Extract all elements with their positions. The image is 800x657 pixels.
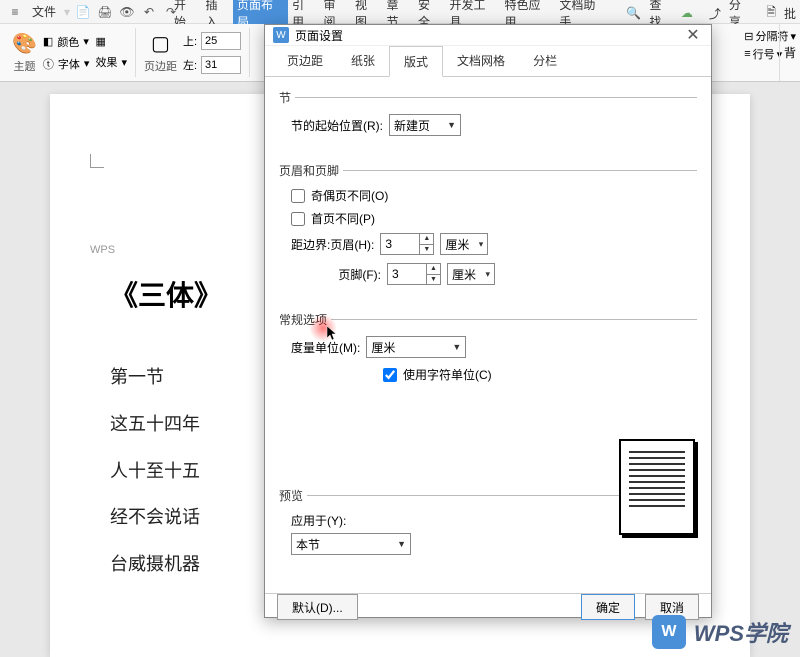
margin-label: 页边距 [144,58,177,74]
charunit-checkbox[interactable] [383,368,397,382]
spin-up-icon[interactable]: ▲ [420,234,433,245]
header-dist-spinner[interactable]: 3 ▲▼ [380,233,434,255]
tab-columns[interactable]: 分栏 [519,46,571,76]
bg-label[interactable]: 背 [784,44,796,61]
spin-down-icon[interactable]: ▼ [427,275,440,285]
page-setup-dialog: W 页面设置 ✕ 页边距 纸张 版式 文档网格 分栏 节 节的起始位置(R): … [264,24,712,618]
footer-dist-label: 页脚(F): [291,266,381,283]
default-button[interactable]: 默认(D)... [277,594,358,620]
color-icon[interactable]: ◧ [43,35,53,48]
margin-icon[interactable]: ▢ [151,31,170,56]
preview-thumbnail [619,439,695,535]
batch-icon[interactable]: 🗎 [762,1,780,26]
footer-unit-dropdown[interactable]: 厘米▾ [447,263,495,285]
font-icon[interactable]: ⓣ [43,56,54,72]
unit-label: 度量单位(M): [291,339,360,356]
firstpage-checkbox[interactable] [291,212,305,226]
batch-label[interactable]: 批 [780,3,800,24]
section-fieldset: 节 节的起始位置(R): 新建页▼ [279,89,697,152]
section-start-dropdown[interactable]: 新建页▼ [389,114,461,136]
spin-up-icon[interactable]: ▲ [427,264,440,275]
footer-dist-spinner[interactable]: 3 ▲▼ [387,263,441,285]
tab-margin[interactable]: 页边距 [273,46,337,76]
spin-down-icon[interactable]: ▼ [420,245,433,255]
ok-button[interactable]: 确定 [581,594,635,620]
lineno-icon[interactable]: ≡ [744,48,750,60]
header-unit-dropdown[interactable]: 厘米▾ [440,233,488,255]
margin-top-input[interactable] [201,32,241,50]
headerfooter-fieldset: 页眉和页脚 奇偶页不同(O) 首页不同(P) 距边界:页眉(H): 3 ▲▼ 厘… [279,162,697,301]
theme-icon[interactable]: 🎨 [12,31,37,56]
close-icon[interactable]: ✕ [683,25,703,45]
share-icon[interactable]: ⤴ [705,3,725,24]
applyto-label: 应用于(Y): [291,514,346,528]
search-icon[interactable]: 🔍 [622,4,645,22]
tab-paper[interactable]: 纸张 [337,46,389,76]
wps-label: WPS [90,244,115,256]
unit-dropdown[interactable]: 厘米▼ [366,336,466,358]
dialog-icon: W [273,27,289,43]
general-fieldset: 常规选项 度量单位(M): 厘米▼ 使用字符单位(C) [279,311,697,397]
header-dist-label: 距边界:页眉(H): [291,236,374,253]
separator-icon[interactable]: ⊟ [744,30,753,43]
effect-icon[interactable]: ▦ [95,35,105,48]
section-start-label: 节的起始位置(R): [291,117,383,134]
oddeven-checkbox[interactable] [291,189,305,203]
tab-grid[interactable]: 文档网格 [443,46,519,76]
margin-left-input[interactable] [201,56,241,74]
dialog-title: 页面设置 [295,27,343,44]
cloud-icon[interactable]: ☁ [677,4,697,22]
watermark-logo-icon: W [652,615,686,649]
watermark: W WPS学院 [652,615,788,649]
tab-layout[interactable]: 版式 [389,46,443,77]
theme-label: 主题 [13,58,35,74]
applyto-dropdown[interactable]: 本节▼ [291,533,411,555]
